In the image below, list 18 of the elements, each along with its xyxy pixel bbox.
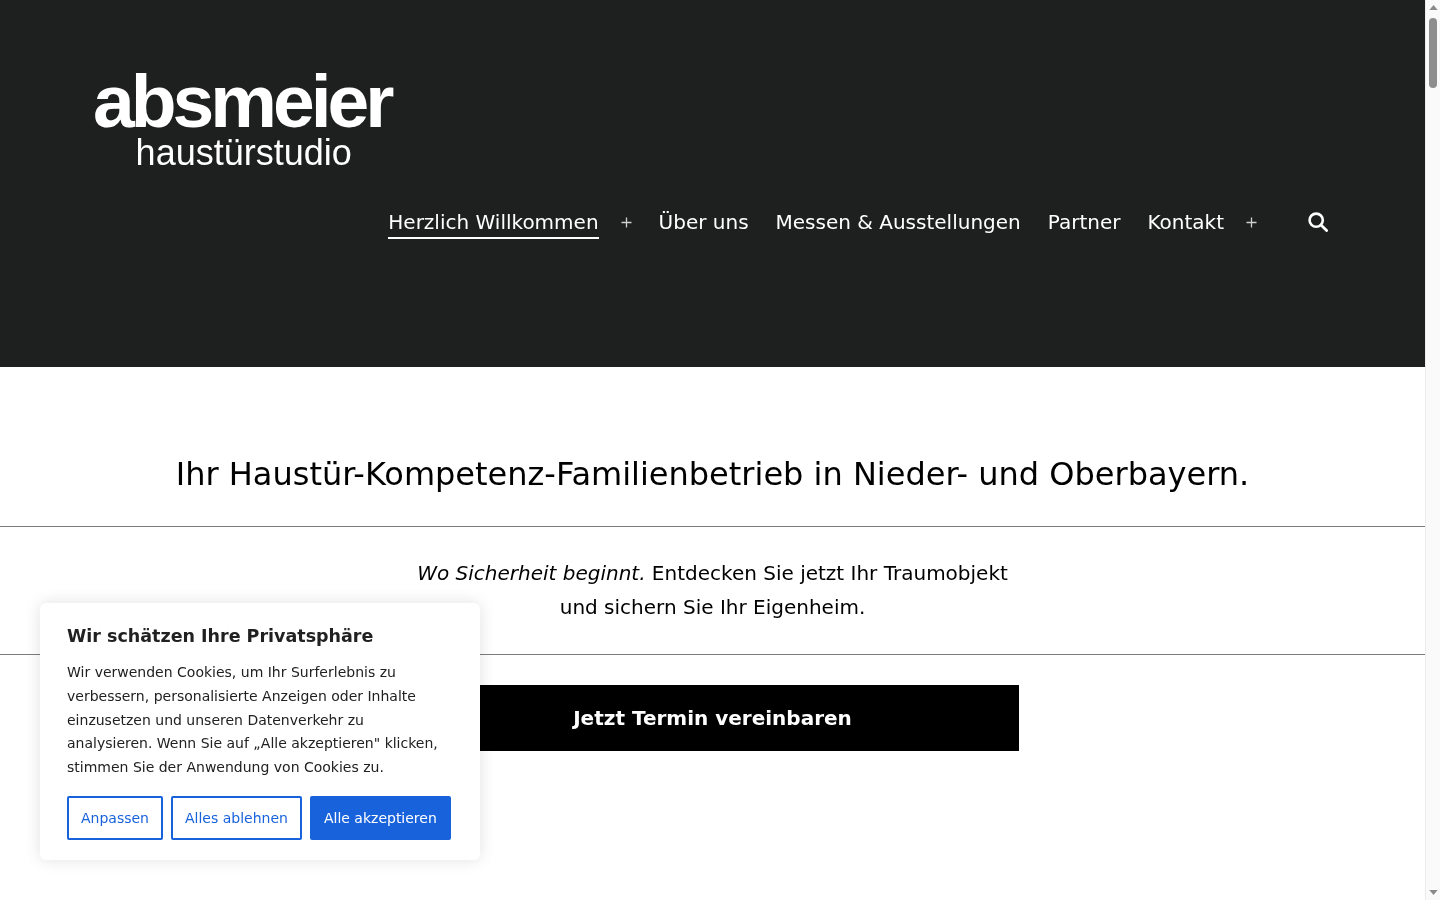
nav-link[interactable]: Kontakt [1147, 210, 1224, 239]
scrollbar[interactable] [1425, 0, 1440, 900]
page-heading: Ihr Haustür-Kompetenz-Familienbetrieb in Nieder- und Oberbayern. [175, 455, 1250, 494]
plus-icon[interactable] [1246, 216, 1257, 228]
nav-link[interactable]: Messen & Ausstellungen [775, 210, 1021, 239]
cookie-title: Wir schätzen Ihre Privatsphäre [67, 625, 375, 648]
nav-link[interactable]: Über uns [658, 210, 749, 239]
search-icon[interactable] [1308, 212, 1328, 232]
triangle-up-icon[interactable] [1428, 5, 1438, 10]
accept-button[interactable]: Alle akzeptieren [309, 796, 451, 840]
intro-text: Wo Sicherheit beginnt. Entdecken Sie jetzt Ihr Traumobjekt und sichern Sie Ihr Eigenheim. [416, 560, 1009, 621]
nav-link[interactable]: Herzlich Willkommen [388, 210, 599, 239]
cookie-button[interactable]: Alles ablehnen [171, 796, 302, 840]
plus-icon[interactable] [620, 216, 632, 228]
triangle-down-icon[interactable] [1428, 890, 1438, 895]
nav-link[interactable]: Partner [1047, 210, 1121, 239]
scrollbar-thumb[interactable] [1429, 18, 1437, 88]
cookie-button[interactable]: Anpassen [67, 796, 163, 840]
